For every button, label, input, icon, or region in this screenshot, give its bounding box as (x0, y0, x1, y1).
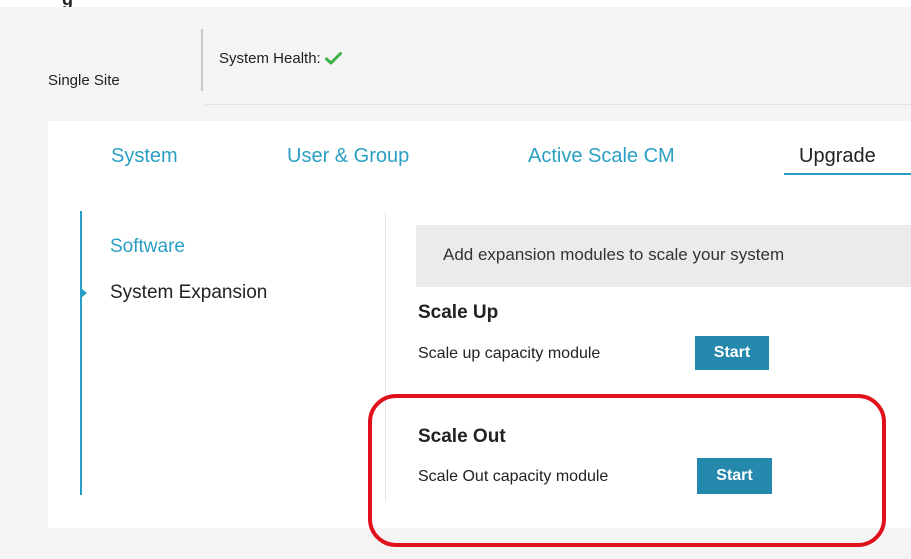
active-tab-indicator (784, 173, 911, 175)
scale-up-start-button[interactable]: Start (695, 336, 769, 370)
scale-out-title: Scale Out (418, 426, 506, 447)
sidebar-item-system-expansion[interactable]: System Expansion (110, 282, 267, 304)
site-label: Single Site (48, 72, 120, 89)
info-banner: Add expansion modules to scale your syst… (416, 225, 911, 287)
check-icon (324, 52, 342, 65)
header-bar (0, 7, 911, 105)
sidebar-rail (80, 211, 82, 495)
system-health: System Health: (219, 50, 342, 67)
tab-user-group[interactable]: User & Group (287, 145, 409, 168)
caret-right-icon (81, 288, 87, 298)
sidebar-item-software[interactable]: Software (110, 236, 185, 258)
info-banner-text: Add expansion modules to scale your syst… (443, 245, 785, 264)
scale-up-description: Scale up capacity module (418, 345, 601, 362)
content-divider (385, 212, 386, 502)
settings-panel (48, 121, 911, 528)
header-separator (205, 104, 911, 105)
tab-system[interactable]: System (111, 145, 178, 168)
cropped-text-fragment: g (62, 0, 73, 7)
tab-active-scale-cm[interactable]: Active Scale CM (528, 145, 675, 168)
scale-out-description: Scale Out capacity module (418, 468, 609, 485)
header-divider (201, 29, 203, 91)
top-cropped-area: g (0, 0, 911, 7)
system-health-label: System Health: (219, 50, 321, 67)
tab-upgrade[interactable]: Upgrade (799, 145, 876, 168)
scale-up-title: Scale Up (418, 302, 499, 323)
scale-out-start-button[interactable]: Start (697, 458, 772, 494)
